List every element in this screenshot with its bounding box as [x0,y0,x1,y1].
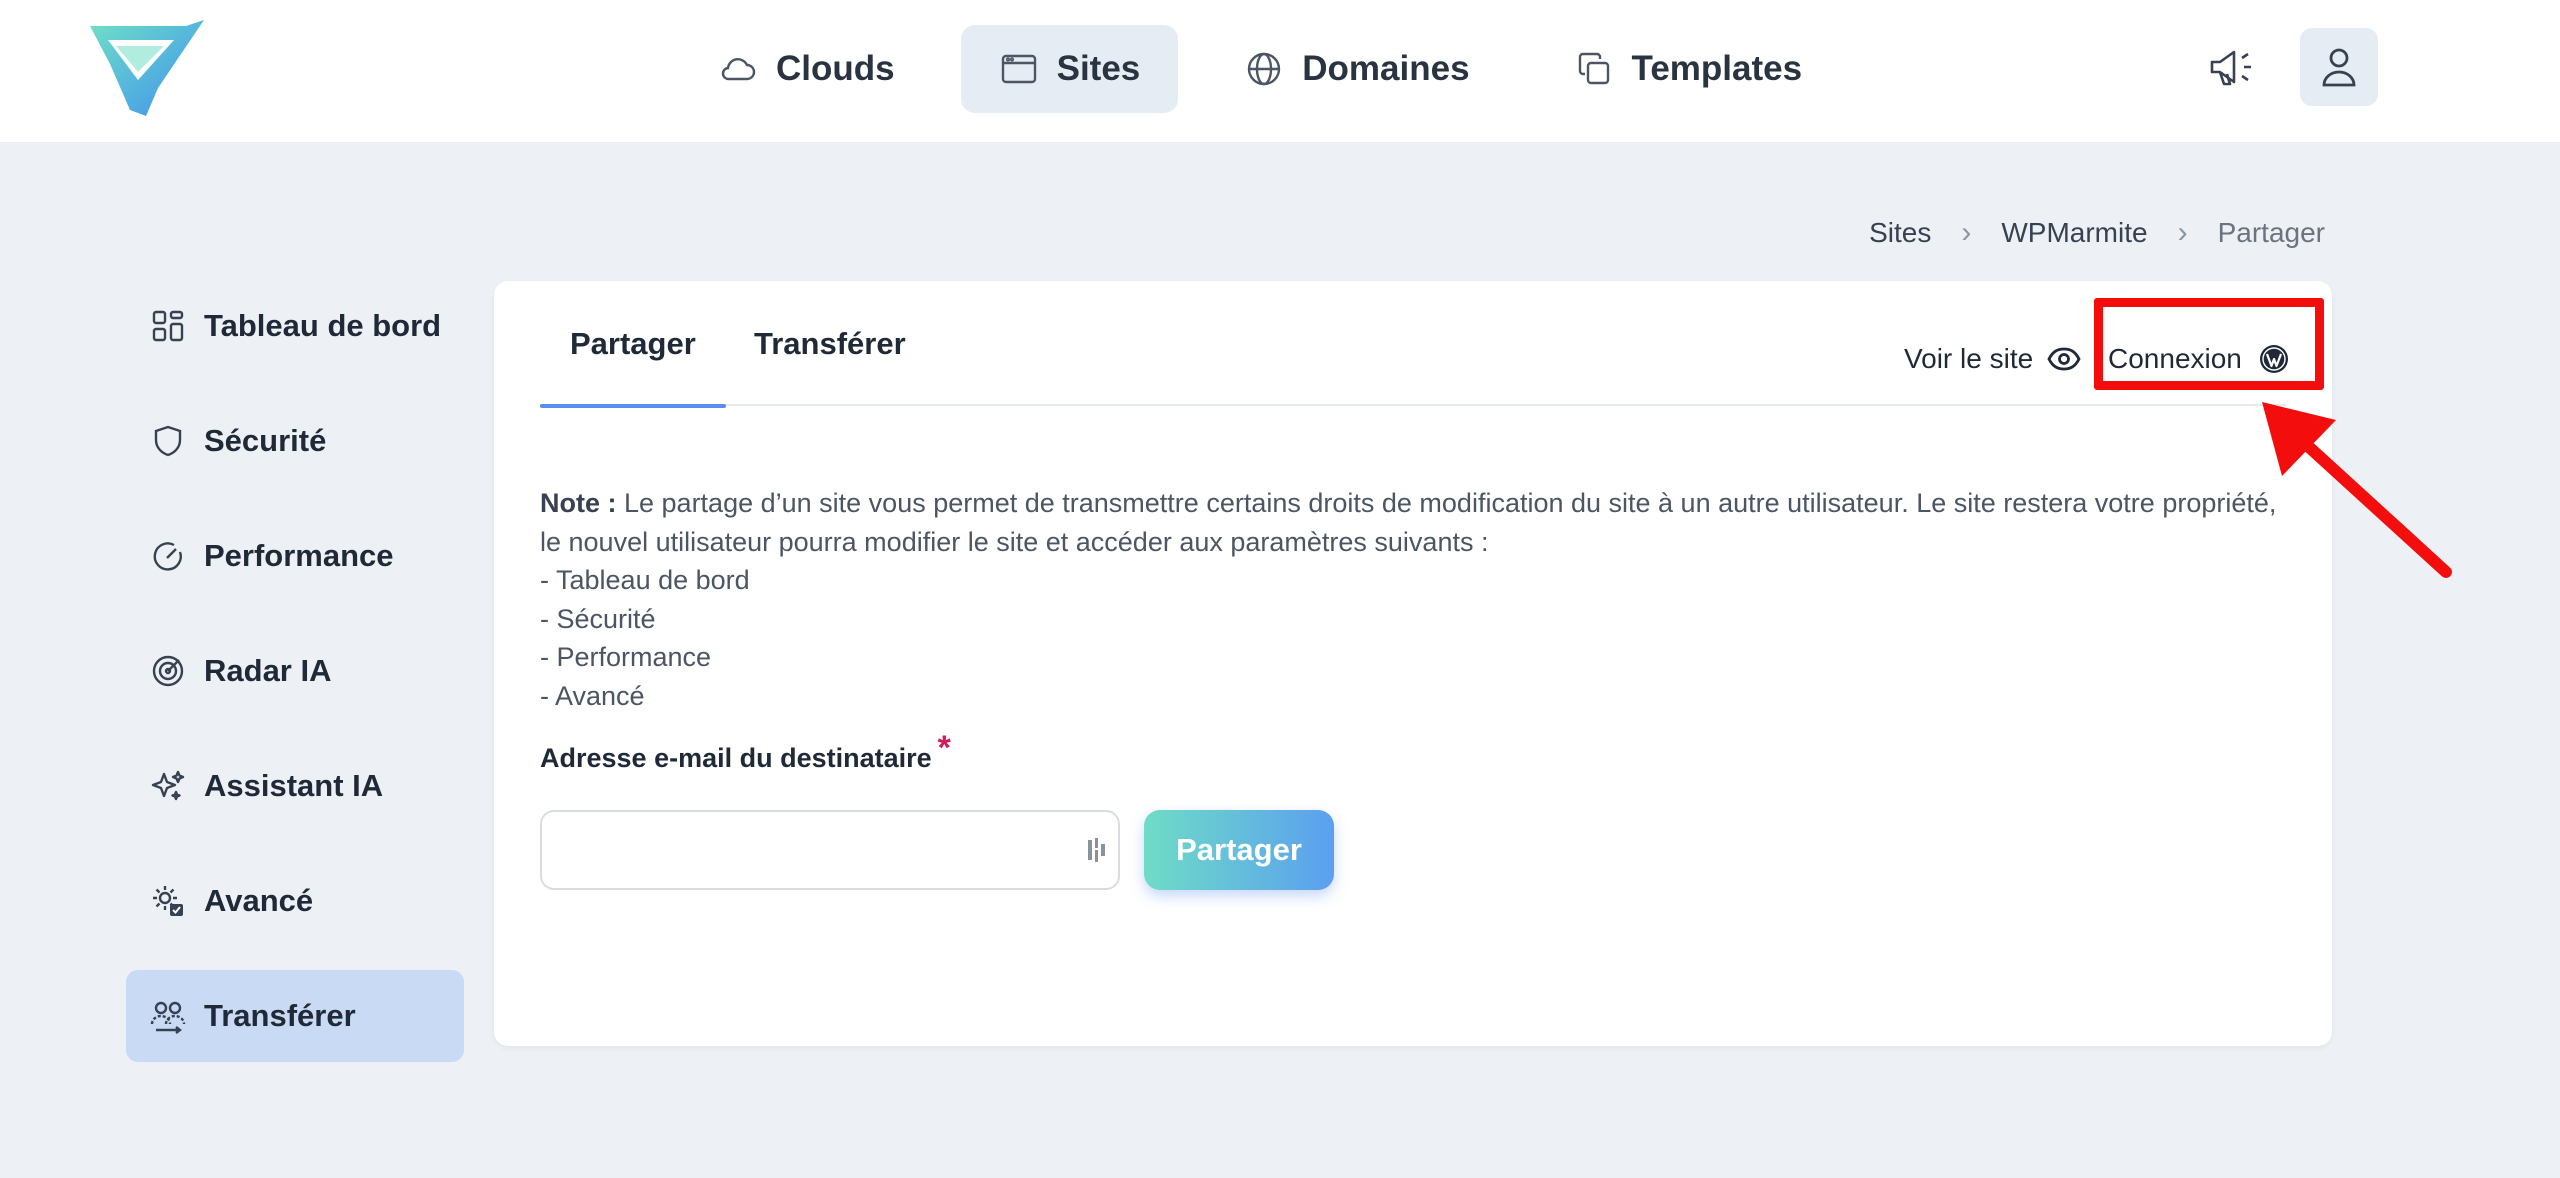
tab-partager[interactable]: Partager [540,281,726,408]
sidebar-item-advanced[interactable]: Avancé [126,855,464,947]
nav-domaines[interactable]: Domaines [1206,25,1507,113]
eye-icon [2047,347,2081,371]
sidebar-item-dashboard[interactable]: Tableau de bord [126,280,464,372]
sidebar-item-label: Performance [204,538,394,573]
nav-label: Domaines [1302,49,1470,88]
share-note: Note : Le partage d’un site vous permet … [540,484,2300,715]
breadcrumb-site[interactable]: WPMarmite [2001,217,2147,249]
note-prefix: Note : [540,488,617,518]
recipient-email-input[interactable] [540,810,1120,890]
breadcrumb-sites[interactable]: Sites [1869,217,1931,249]
sidebar-item-label: Sécurité [204,423,327,458]
sidebar: Tableau de bord Sécurité Performance Rad… [126,280,464,1085]
view-site-link[interactable]: Voir le site [1904,337,2081,381]
share-card: Partager Transférer Voir le site Connexi… [494,281,2332,1046]
share-button[interactable]: Partager [1144,810,1334,890]
speedometer-icon [153,542,182,571]
sidebar-item-transfer[interactable]: Transférer [126,970,464,1062]
main-nav: Clouds Sites Domaines Templates [680,25,1840,113]
password-manager-icon[interactable] [1086,836,1110,864]
nav-sites[interactable]: Sites [960,25,1179,113]
sidebar-item-assistant[interactable]: Assistant IA [126,740,464,832]
globe-icon [1248,52,1281,86]
top-bar: Clouds Sites Domaines Templates [0,0,2560,142]
email-label: Adresse e-mail du destinataire * [540,729,951,776]
users-transfer-icon [150,1001,186,1034]
email-label-text: Adresse e-mail du destinataire [540,743,932,773]
shield-icon [154,425,182,457]
dashboard-icon [152,310,184,342]
nav-clouds[interactable]: Clouds [680,25,933,113]
cloud-icon [721,58,756,81]
note-list-item: - Sécurité [540,603,656,634]
sidebar-item-label: Tableau de bord [204,308,442,343]
user-icon [2322,48,2356,87]
note-list-item: - Avancé [540,680,645,711]
highlight-box [2094,298,2324,390]
chevron-right-icon: › [2177,216,2188,249]
view-site-label: Voir le site [1904,343,2034,374]
nav-label: Sites [1056,49,1141,88]
sidebar-item-label: Assistant IA [204,768,384,803]
sidebar-item-radar[interactable]: Radar IA [126,625,464,717]
user-menu-button[interactable] [2300,28,2378,106]
tab-label: Partager [570,325,696,361]
megaphone-icon[interactable] [2206,40,2260,92]
sidebar-item-security[interactable]: Sécurité [126,395,464,487]
red-arrow-icon [2262,402,2452,578]
sidebar-item-label: Avancé [204,883,314,918]
tab-bar: Partager Transférer Voir le site Connexi… [540,281,2288,408]
sparkles-icon [151,770,185,801]
breadcrumb: Sites › WPMarmite › Partager [1869,216,2325,250]
sidebar-item-label: Transférer [204,998,356,1033]
chevron-right-icon: › [1961,216,1972,249]
sidebar-item-label: Radar IA [204,653,332,688]
browser-window-icon [1001,54,1036,84]
breadcrumb-current: Partager [2217,217,2325,248]
required-mark: * [937,729,951,767]
radar-icon [152,655,184,687]
sidebar-item-performance[interactable]: Performance [126,510,464,602]
gear-check-icon [153,886,183,916]
nav-templates[interactable]: Templates [1536,25,1841,113]
copy-icon [1578,52,1609,85]
tab-transferer[interactable]: Transférer [754,281,906,406]
nav-label: Clouds [776,49,895,88]
note-list-item: - Tableau de bord [540,565,750,595]
logo-icon[interactable] [86,18,212,120]
tab-label: Transférer [754,325,906,361]
note-text: Le partage d’un site vous permet de tran… [540,488,2277,557]
note-list-item: - Performance [540,642,712,672]
nav-label: Templates [1631,49,1803,88]
